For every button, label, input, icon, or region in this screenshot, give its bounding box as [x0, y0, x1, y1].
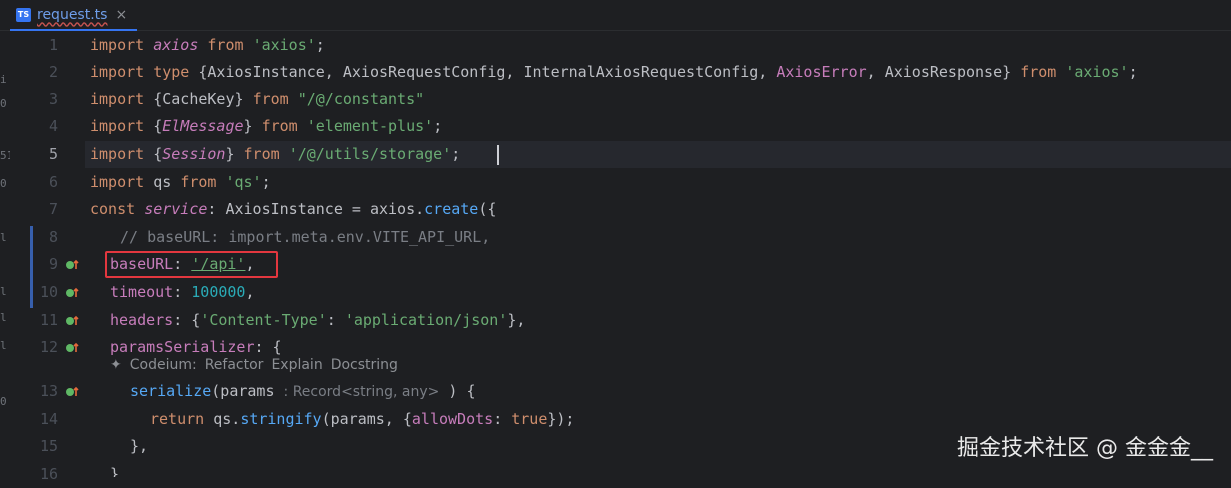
- code-line-1: import axios from 'axios';: [90, 36, 325, 54]
- line-number: 10: [39, 283, 58, 301]
- codelens-explain-link[interactable]: Explain: [271, 357, 322, 379]
- line-number: 2: [48, 63, 58, 81]
- left-panel-edge: i 0 51 0 l l l l 0: [0, 31, 13, 477]
- code-line-16: }: [110, 465, 120, 477]
- editor-tab-bar: TS request.ts ×: [0, 0, 1231, 31]
- code-line-13: serialize(params : Record<string, any> )…: [130, 382, 476, 400]
- line-number: 12: [39, 338, 58, 356]
- close-icon[interactable]: ×: [115, 7, 127, 23]
- line-number: 1: [48, 36, 58, 54]
- codelens-docstring-link[interactable]: Docstring: [331, 357, 398, 379]
- strip-text: 0: [0, 395, 7, 408]
- strip-text: 0: [0, 177, 7, 190]
- strip-text: l: [0, 311, 7, 324]
- line-number: 13: [39, 382, 58, 400]
- code-line-10: timeout: 100000,: [110, 283, 255, 301]
- code-line-8-comment: // baseURL: import.meta.env.VITE_API_URL…: [120, 228, 491, 246]
- line-number: 3: [48, 90, 58, 108]
- strip-text: l: [0, 285, 7, 298]
- overrides-property-icon[interactable]: [65, 257, 81, 273]
- code-line-3: import {CacheKey} from "/@/constants": [90, 90, 425, 108]
- codelens-refactor-link[interactable]: Refactor: [205, 357, 264, 379]
- strip-text: 0: [0, 97, 7, 110]
- code-line-11: headers: {'Content-Type': 'application/j…: [110, 311, 526, 329]
- line-number: 8: [48, 228, 58, 246]
- line-number: 7: [48, 200, 58, 218]
- line-number: 16: [39, 465, 58, 483]
- line-number: 6: [48, 173, 58, 191]
- code-line-2: import type {AxiosInstance, AxiosRequest…: [90, 63, 1138, 81]
- overrides-property-icon[interactable]: [65, 285, 81, 301]
- code-line-15: },: [130, 437, 149, 455]
- codeium-codelens: ✦ Codeium: Refactor Explain Docstring: [110, 357, 398, 379]
- tab-label: request.ts: [37, 6, 108, 23]
- line-number: 14: [39, 410, 58, 428]
- overrides-property-icon[interactable]: [65, 313, 81, 329]
- typescript-file-icon: TS: [16, 7, 31, 22]
- line-number: 9: [48, 255, 58, 273]
- code-line-14: return qs.stringify(params, {allowDots: …: [150, 410, 575, 428]
- line-number-gutter: 1 2 3 4 5 6 7 8 9 10 11 12 13 14 15 16: [10, 31, 85, 483]
- codelens-provider: Codeium:: [129, 357, 197, 373]
- watermark: 掘金技术社区 @ 金金金__: [957, 436, 1213, 461]
- strip-text: l: [0, 231, 7, 244]
- highlight-box: [105, 251, 278, 278]
- line-number-active: 5: [48, 145, 58, 163]
- code-line-6: import qs from 'qs';: [90, 173, 271, 191]
- strip-text: l: [0, 339, 7, 352]
- code-line-7: const service: AxiosInstance = axios.cre…: [90, 200, 497, 218]
- line-number: 4: [48, 117, 58, 135]
- tab-request-ts[interactable]: TS request.ts ×: [10, 0, 137, 31]
- strip-text: i: [0, 73, 7, 86]
- line-number: 11: [39, 311, 58, 329]
- code-line-5: import {Session} from '/@/utils/storage'…: [90, 145, 461, 163]
- text-caret: [497, 145, 499, 165]
- code-line-4: import {ElMessage} from 'element-plus';: [90, 117, 443, 135]
- sparkle-icon: ✦: [110, 357, 122, 373]
- overrides-property-icon[interactable]: [65, 340, 81, 356]
- type-inlay-hint: : Record<string, any>: [283, 384, 440, 400]
- overrides-method-icon[interactable]: [65, 384, 81, 400]
- line-number: 15: [39, 437, 58, 455]
